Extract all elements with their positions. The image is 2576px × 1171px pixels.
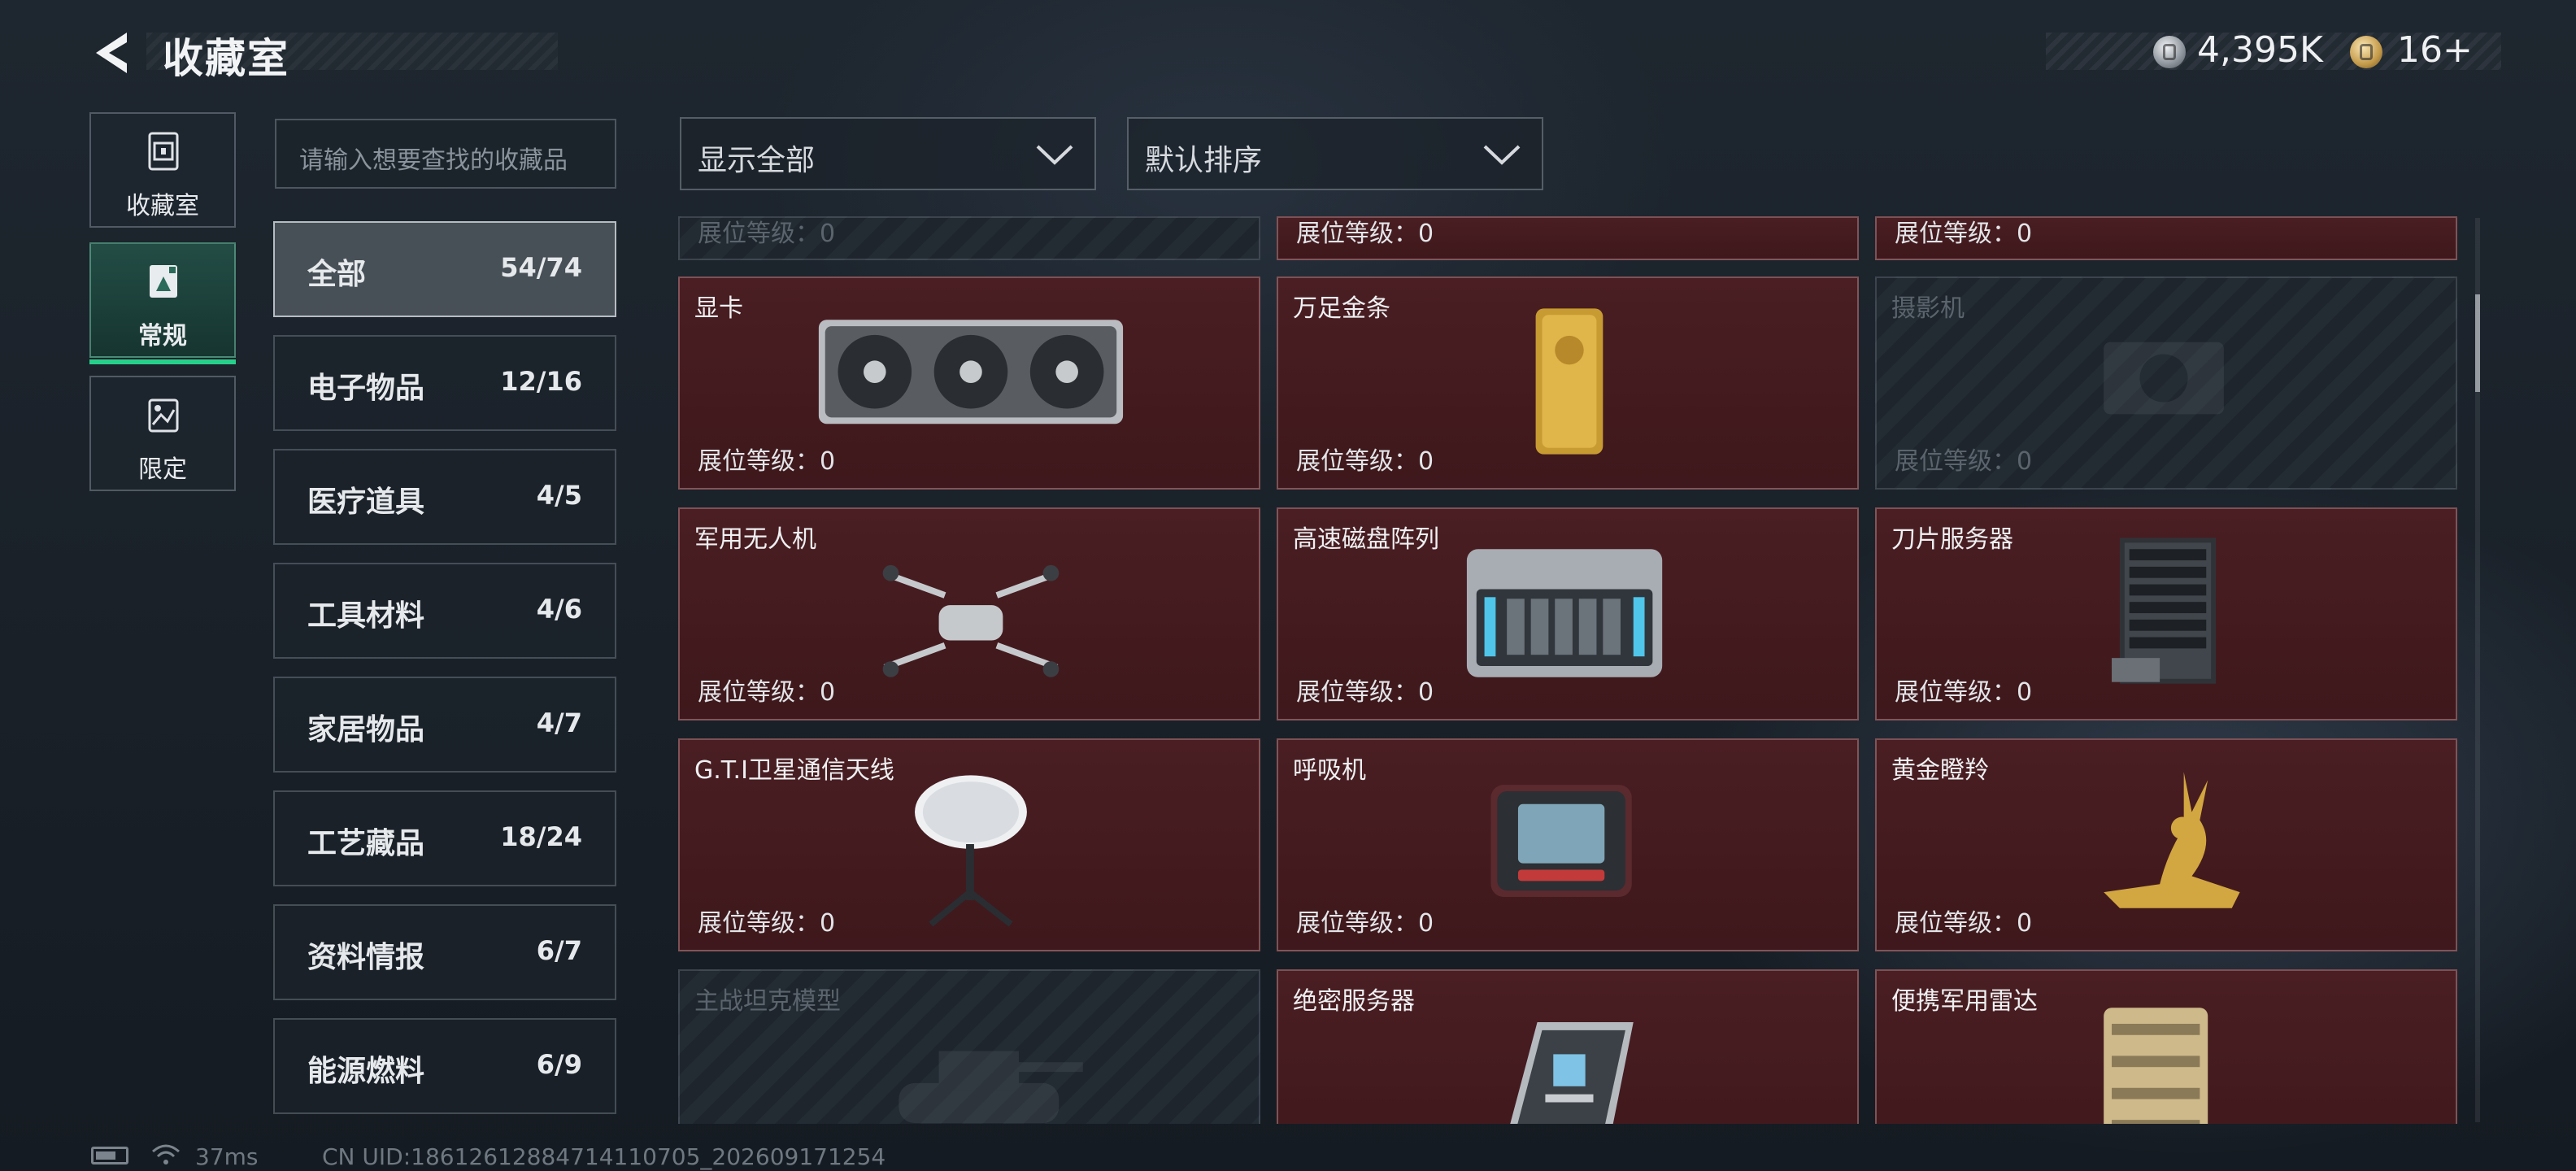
- item-name: 刀片服务器: [1891, 525, 2013, 554]
- item-name: 主战坦克模型: [694, 987, 841, 1016]
- rail-tab-label: 收藏室: [126, 192, 199, 220]
- rail-tab-limited[interactable]: 限定: [89, 376, 236, 491]
- item-level: 展位等级：0: [698, 909, 836, 938]
- item-card-partial[interactable]: 展位等级：0: [1875, 216, 2457, 260]
- battery-icon: [91, 1147, 128, 1164]
- category-count: 6/7: [536, 935, 582, 966]
- item-level: 展位等级：0: [1895, 909, 2033, 938]
- category-tab[interactable]: 全部 54/74: [273, 221, 616, 317]
- category-name: 工具材料: [307, 599, 425, 633]
- item-level: 展位等级：0: [1296, 220, 1434, 248]
- chevron-down-icon: [1036, 145, 1073, 165]
- item-card[interactable]: 呼吸机展位等级：0: [1277, 738, 1859, 951]
- item-level: 展位等级：0: [1895, 678, 2033, 707]
- chevron-down-icon: [1483, 145, 1521, 165]
- item-name: 高速磁盘阵列: [1293, 525, 1439, 554]
- item-card[interactable]: 万足金条展位等级：0: [1277, 276, 1859, 490]
- item-level: 展位等级：0: [1895, 220, 2033, 248]
- item-card[interactable]: 便携军用雷达: [1875, 969, 2457, 1124]
- item-level: 展位等级：0: [1296, 678, 1434, 707]
- silver-coin-icon: [2153, 36, 2186, 68]
- item-card[interactable]: 主战坦克模型: [678, 969, 1260, 1124]
- item-card[interactable]: G.T.I卫星通信天线展位等级：0: [678, 738, 1260, 951]
- gold-coin-icon: [2350, 36, 2382, 68]
- item-level: 展位等级：0: [698, 220, 836, 248]
- category-name: 能源燃料: [307, 1055, 425, 1088]
- rail-tab-label: 限定: [138, 455, 187, 484]
- item-box-icon: [150, 265, 177, 298]
- item-level: 展位等级：0: [1895, 447, 2033, 476]
- rail-tab-label: 常规: [138, 322, 187, 350]
- category-tab[interactable]: 工具材料 4/6: [273, 563, 616, 659]
- category-tab[interactable]: 工艺藏品 18/24: [273, 790, 616, 886]
- category-count: 18/24: [500, 821, 582, 852]
- category-tab[interactable]: 医疗道具 4/5: [273, 449, 616, 545]
- category-count: 4/7: [536, 707, 582, 738]
- item-name: G.T.I卫星通信天线: [694, 756, 894, 785]
- category-name: 资料情报: [307, 941, 425, 974]
- ping-value: 37ms: [195, 1143, 259, 1170]
- search-input[interactable]: 请输入想要查找的收藏品: [275, 119, 616, 189]
- item-level: 展位等级：0: [698, 447, 836, 476]
- page-title: 收藏室: [163, 35, 289, 82]
- category-count: 12/16: [500, 366, 582, 397]
- category-count: 4/5: [536, 480, 582, 511]
- category-name: 家居物品: [307, 713, 425, 747]
- category-name: 全部: [307, 258, 367, 291]
- category-name: 工艺藏品: [307, 827, 425, 860]
- display-filter-dropdown[interactable]: 显示全部: [680, 117, 1096, 190]
- sort-dropdown[interactable]: 默认排序: [1127, 117, 1543, 190]
- vault-icon: [148, 132, 179, 171]
- item-level: 展位等级：0: [698, 678, 836, 707]
- rail-tab-collection-room[interactable]: 收藏室: [89, 112, 236, 228]
- category-tab[interactable]: 家居物品 4/7: [273, 677, 616, 773]
- item-card[interactable]: 摄影机展位等级：0: [1875, 276, 2457, 490]
- item-card[interactable]: 军用无人机展位等级：0: [678, 507, 1260, 720]
- item-name: 黄金瞪羚: [1891, 756, 1989, 785]
- item-name: 便携军用雷达: [1891, 987, 2038, 1016]
- item-card-partial[interactable]: 展位等级：0: [678, 216, 1260, 260]
- item-name: 显卡: [694, 294, 743, 323]
- item-card[interactable]: 刀片服务器展位等级：0: [1875, 507, 2457, 720]
- back-arrow-icon[interactable]: [88, 28, 137, 78]
- item-card[interactable]: 显卡展位等级：0: [678, 276, 1260, 490]
- wifi-icon: [152, 1144, 180, 1164]
- collection-grid: 展位等级：0 展位等级：0 展位等级：0 显卡 展位等级：0 万足金条 展位等级：0 摄…: [678, 216, 2459, 1124]
- grid-scrollbar-thumb[interactable]: [2475, 294, 2480, 392]
- item-name: 摄影机: [1891, 294, 1965, 323]
- status-footer: 37ms CN UID:18612612884714110705_2026091…: [0, 1138, 2576, 1171]
- category-count: 4/6: [536, 594, 582, 625]
- item-card[interactable]: 绝密服务器: [1277, 969, 1859, 1124]
- sort-value: 默认排序: [1145, 144, 1263, 177]
- user-uid: CN UID:18612612884714110705_202609171254: [322, 1143, 886, 1170]
- item-level: 展位等级：0: [1296, 909, 1434, 938]
- item-card-partial[interactable]: 展位等级：0: [1277, 216, 1859, 260]
- limited-icon: [148, 398, 179, 433]
- category-tab[interactable]: 资料情报 6/7: [273, 904, 616, 1000]
- category-count: 54/74: [500, 252, 582, 283]
- rail-tab-regular[interactable]: 常规: [89, 242, 236, 364]
- gold-currency-value[interactable]: 16+: [2397, 29, 2473, 71]
- item-name: 万足金条: [1293, 294, 1390, 323]
- item-name: 呼吸机: [1293, 756, 1366, 785]
- category-tab[interactable]: 能源燃料 6/9: [273, 1018, 616, 1114]
- item-name: 军用无人机: [694, 525, 816, 554]
- display-filter-value: 显示全部: [698, 144, 816, 177]
- silver-currency-value: 4,395K: [2197, 29, 2323, 71]
- item-card[interactable]: 黄金瞪羚展位等级：0: [1875, 738, 2457, 951]
- item-name: 绝密服务器: [1293, 987, 1415, 1016]
- category-count: 6/9: [536, 1049, 582, 1080]
- item-level: 展位等级：0: [1296, 447, 1434, 476]
- category-name: 电子物品: [307, 372, 425, 405]
- category-name: 医疗道具: [307, 485, 425, 519]
- item-card[interactable]: 高速磁盘阵列 展位等级：0: [1277, 507, 1859, 720]
- header: 收藏室 4,395K 16+: [0, 0, 2576, 106]
- category-tab[interactable]: 电子物品 12/16: [273, 335, 616, 431]
